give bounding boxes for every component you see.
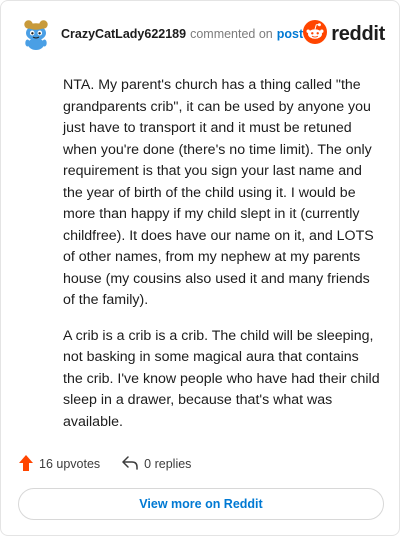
reply-arrow-icon bbox=[122, 455, 144, 473]
comment-embed-card: CrazyCatLady622189 commented on post red… bbox=[0, 0, 400, 536]
comment-header: CrazyCatLady622189 commented on post red… bbox=[19, 17, 385, 51]
reddit-brand[interactable]: reddit bbox=[303, 19, 385, 49]
reply-count: 0 replies bbox=[144, 457, 192, 471]
upvote-arrow-icon bbox=[19, 454, 39, 474]
commented-on-text: commented on bbox=[190, 27, 273, 41]
reddit-logo-icon bbox=[303, 19, 328, 49]
snoo-avatar-icon[interactable] bbox=[19, 17, 53, 51]
view-more-button[interactable]: View more on Reddit bbox=[18, 488, 384, 520]
comment-paragraph: NTA. My parent's church has a thing call… bbox=[63, 77, 374, 308]
upvote-count: 16 upvotes bbox=[39, 457, 101, 471]
upvote-button[interactable]: 16 upvotes bbox=[19, 454, 101, 474]
comment-paragraph: A crib is a crib is a crib. The child wi… bbox=[63, 327, 380, 430]
post-link[interactable]: post bbox=[277, 27, 303, 41]
comment-body: NTA. My parent's church has a thing call… bbox=[63, 75, 381, 447]
comment-meta: CrazyCatLady622189 commented on post bbox=[61, 27, 303, 41]
username-link[interactable]: CrazyCatLady622189 bbox=[61, 27, 186, 41]
reply-button[interactable]: 0 replies bbox=[122, 455, 192, 473]
comment-actions: 16 upvotes 0 replies bbox=[19, 453, 191, 475]
reddit-wordmark: reddit bbox=[331, 22, 385, 45]
